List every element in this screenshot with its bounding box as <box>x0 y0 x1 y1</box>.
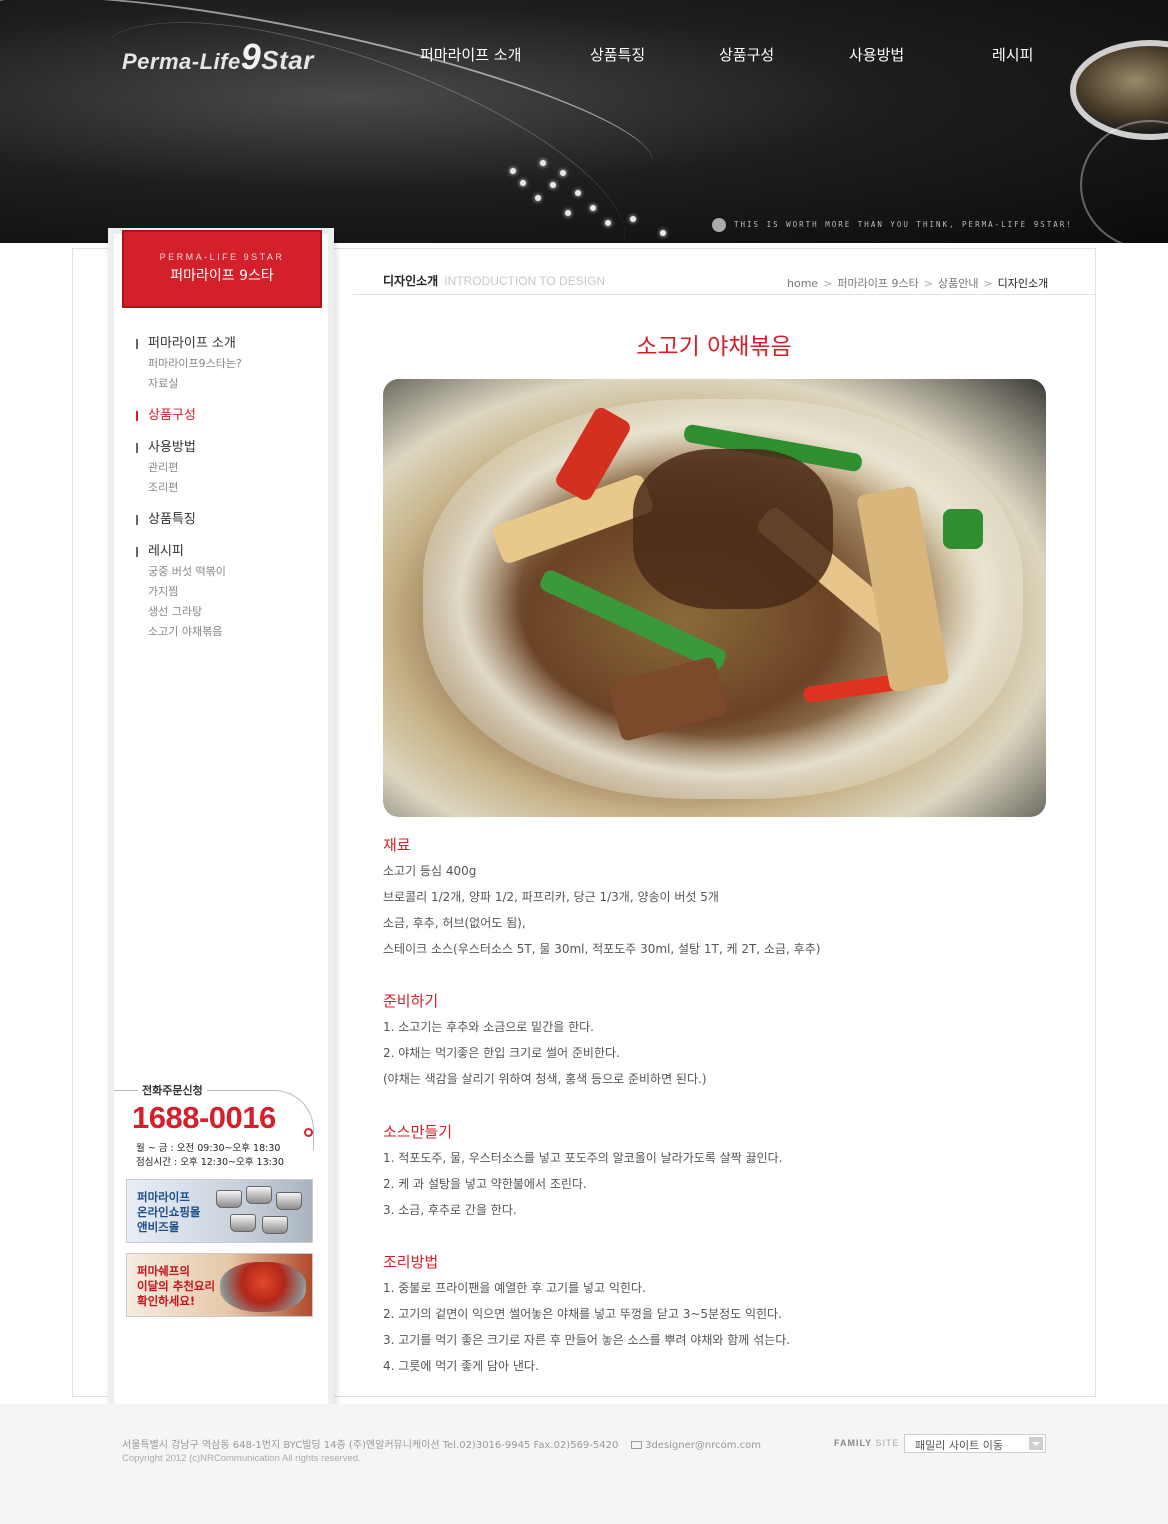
phone-order-label: 전화주문신청 <box>138 1082 207 1098</box>
sidebar-subitem[interactable]: 자료실 <box>136 374 242 394</box>
logo-brand: Perma-Life <box>122 49 241 74</box>
company-address: 서울특별시 강남구 역삼동 648-1번지 BYC빌딩 14층 (주)엔알커뮤니… <box>122 1440 619 1451</box>
recommended-recipe-banner[interactable]: 퍼마쉐프의 이달의 추천요리 확인하세요! <box>126 1253 313 1317</box>
footer-email[interactable]: 3designer@nrcom.com <box>645 1440 761 1451</box>
sidebar-subitem[interactable]: 퍼마라이프9스타는? <box>136 354 242 374</box>
page-title-en: INTRODUCTION TO DESIGN <box>444 274 606 288</box>
text-line: 2. 야채는 먹기좋은 한입 크기로 썰어 준비한다. <box>383 1046 620 1060</box>
footer: 서울특별시 강남구 역삼동 648-1번지 BYC빌딩 14층 (주)엔알커뮤니… <box>0 1404 1168 1524</box>
breadcrumb-item[interactable]: 퍼마라이프 9스타 <box>837 277 918 290</box>
text-line: 스테이크 소스(우스터소스 5T, 물 30ml, 적포도주 30ml, 설탕 … <box>383 942 821 956</box>
banner-line: 퍼마쉐프의 <box>137 1264 190 1278</box>
seafood-dish-image <box>220 1262 306 1312</box>
sidebar-subitem[interactable]: 궁중 버섯 떡볶이 <box>136 562 242 582</box>
family-site-label: FAMILY SITE <box>834 1438 900 1448</box>
header: Perma-Life9Star 퍼마라이프 소개 상품특징 상품구성 사용방법 … <box>0 0 1168 243</box>
chevron-right-icon: > <box>823 277 833 290</box>
nav-item-features[interactable]: 상품특징 <box>590 44 645 65</box>
breadcrumb: home > 퍼마라이프 9스타 > 상품안내 > 디자인소개 <box>787 275 1048 291</box>
text-line: 소고기 등심 400g <box>383 864 477 878</box>
text-line: (야채는 색감을 살리기 위하여 청색, 홍색 등으로 준비하면 된다.) <box>383 1072 707 1086</box>
banner-line: 온라인쇼핑몰 <box>137 1205 201 1219</box>
divider <box>353 294 1095 295</box>
breadcrumb-home[interactable]: home <box>787 277 818 290</box>
family-label-b: SITE <box>875 1438 900 1448</box>
banner-line: 앤비즈몰 <box>137 1220 180 1234</box>
ingredients-list: 소고기 등심 400g 브로콜리 1/2개, 양파 1/2, 파프리카, 당근 … <box>383 858 820 962</box>
phone-lunch-hours: 점심시간 : 오후 12:30~오후 13:30 <box>136 1157 284 1168</box>
section-heading-sauce: 소스만들기 <box>383 1123 453 1141</box>
copyright: Copyright 2012 (c)NRCommunication All ri… <box>122 1453 361 1464</box>
phone-hours: 월 ~ 금 : 오전 09:30~오후 18:30 <box>136 1143 281 1154</box>
family-site-select[interactable]: 패밀리 사이트 이동 <box>904 1434 1046 1453</box>
chevron-down-icon <box>1029 1437 1043 1450</box>
cookware-image <box>206 1186 306 1238</box>
text-line: 2. 케 과 설탕을 넣고 약한불에서 조린다. <box>383 1177 587 1191</box>
family-label-a: FAMILY <box>834 1438 873 1448</box>
sidebar-subitem[interactable]: 관리편 <box>136 458 242 478</box>
banner-line: 퍼마라이프 <box>137 1190 190 1204</box>
text-line: 소금, 후추, 허브(없어도 됨), <box>383 916 526 930</box>
pan-outline-image <box>1080 120 1168 243</box>
section-heading-ingredients: 재료 <box>383 836 411 854</box>
text-line: 1. 소고기는 후추와 소금으로 밑간을 한다. <box>383 1020 594 1034</box>
logo-star: Star <box>261 45 314 75</box>
sidebar-item-usage[interactable]: 사용방법 <box>136 438 242 458</box>
recipe-photo <box>383 379 1046 817</box>
nav-item-usage[interactable]: 사용방법 <box>849 44 904 65</box>
text-line: 3. 고기를 먹기 좋은 크기로 자른 후 만들어 놓은 소스를 뿌려 야채와 … <box>383 1333 791 1347</box>
banner-line: 이달의 추천요리 <box>137 1279 216 1293</box>
dot-icon <box>304 1128 313 1137</box>
nav-item-about[interactable]: 퍼마라이프 소개 <box>420 44 521 65</box>
sauce-steps: 1. 적포도주, 물, 우스터소스를 넣고 포도주의 알코올이 날라가도록 살짝… <box>383 1145 782 1223</box>
tagline-text: THIS IS WORTH MORE THAN YOU THINK, PERMA… <box>734 220 1073 229</box>
sidebar-subitem[interactable]: 소고기 야채볶음 <box>136 622 242 642</box>
sidebar-item-composition[interactable]: 상품구성 <box>136 406 242 426</box>
chevron-right-icon: > <box>983 277 993 290</box>
tagline: THIS IS WORTH MORE THAN YOU THINK, PERMA… <box>712 218 1073 232</box>
page-title-ko: 디자인소개 <box>383 274 439 288</box>
text-line: 브로콜리 1/2개, 양파 1/2, 파프리카, 당근 1/3개, 양송이 버섯… <box>383 890 719 904</box>
shopping-mall-banner[interactable]: 퍼마라이프 온라인쇼핑몰 앤비즈몰 <box>126 1179 313 1243</box>
globe-icon <box>712 218 726 232</box>
chevron-right-icon: > <box>923 277 933 290</box>
text-line: 2. 고기의 겉면이 익으면 썰어놓은 야채를 넣고 뚜껑을 닫고 3~5분정도… <box>383 1307 782 1321</box>
breadcrumb-current: 디자인소개 <box>997 277 1049 290</box>
sidebar-item-features[interactable]: 상품특징 <box>136 510 242 530</box>
section-heading-cooking: 조리방법 <box>383 1253 439 1271</box>
mail-icon <box>631 1441 643 1449</box>
breadcrumb-item[interactable]: 상품안내 <box>938 277 978 290</box>
sidebar-title-en: PERMA-LIFE 9STAR <box>159 252 285 262</box>
sidebar-title: PERMA-LIFE 9STAR 퍼마라이프 9스타 <box>122 230 322 308</box>
banner-line: 확인하세요! <box>137 1294 196 1308</box>
phone-number: 1688-0016 <box>132 1100 276 1135</box>
site-logo[interactable]: Perma-Life9Star <box>122 36 314 78</box>
sidebar-item-recipe[interactable]: 레시피 <box>136 542 242 562</box>
prep-steps: 1. 소고기는 후추와 소금으로 밑간을 한다. 2. 야채는 먹기좋은 한입 … <box>383 1014 707 1092</box>
page-title: 디자인소개 INTRODUCTION TO DESIGN <box>383 272 605 289</box>
section-heading-prep: 준비하기 <box>383 992 439 1010</box>
nav-item-composition[interactable]: 상품구성 <box>719 44 774 65</box>
cooking-steps: 1. 중불로 프라이팬을 예열한 후 고기를 넣고 익힌다. 2. 고기의 겉면… <box>383 1275 790 1379</box>
sidebar: PERMA-LIFE 9STAR 퍼마라이프 9스타 퍼마라이프 소개 퍼마라이… <box>108 228 334 1416</box>
text-line: 1. 적포도주, 물, 우스터소스를 넣고 포도주의 알코올이 날라가도록 살짝… <box>383 1151 783 1165</box>
text-line: 1. 중불로 프라이팬을 예열한 후 고기를 넣고 익힌다. <box>383 1281 646 1295</box>
sidebar-subitem[interactable]: 생선 그라탕 <box>136 602 242 622</box>
sparkle-decoration <box>480 150 680 240</box>
sidebar-item-about[interactable]: 퍼마라이프 소개 <box>136 334 242 354</box>
text-line: 3. 소금, 후추로 간을 한다. <box>383 1203 517 1217</box>
sidebar-menu: 퍼마라이프 소개 퍼마라이프9스타는? 자료실 상품구성 사용방법 관리편 조리… <box>136 334 242 654</box>
sidebar-subitem[interactable]: 조리편 <box>136 478 242 498</box>
recipe-title: 소고기 야채볶음 <box>636 334 792 360</box>
footer-address-line: 서울특별시 강남구 역삼동 648-1번지 BYC빌딩 14층 (주)엔알커뮤니… <box>122 1436 761 1451</box>
family-site-select-value: 패밀리 사이트 이동 <box>915 1439 1003 1452</box>
sidebar-title-ko: 퍼마라이프 9스타 <box>170 268 274 284</box>
sidebar-subitem[interactable]: 가지찜 <box>136 582 242 602</box>
text-line: 4. 그릇에 먹기 좋게 담아 낸다. <box>383 1359 539 1373</box>
logo-mark: 9 <box>240 36 262 77</box>
nav-item-recipe[interactable]: 레시피 <box>992 44 1033 65</box>
